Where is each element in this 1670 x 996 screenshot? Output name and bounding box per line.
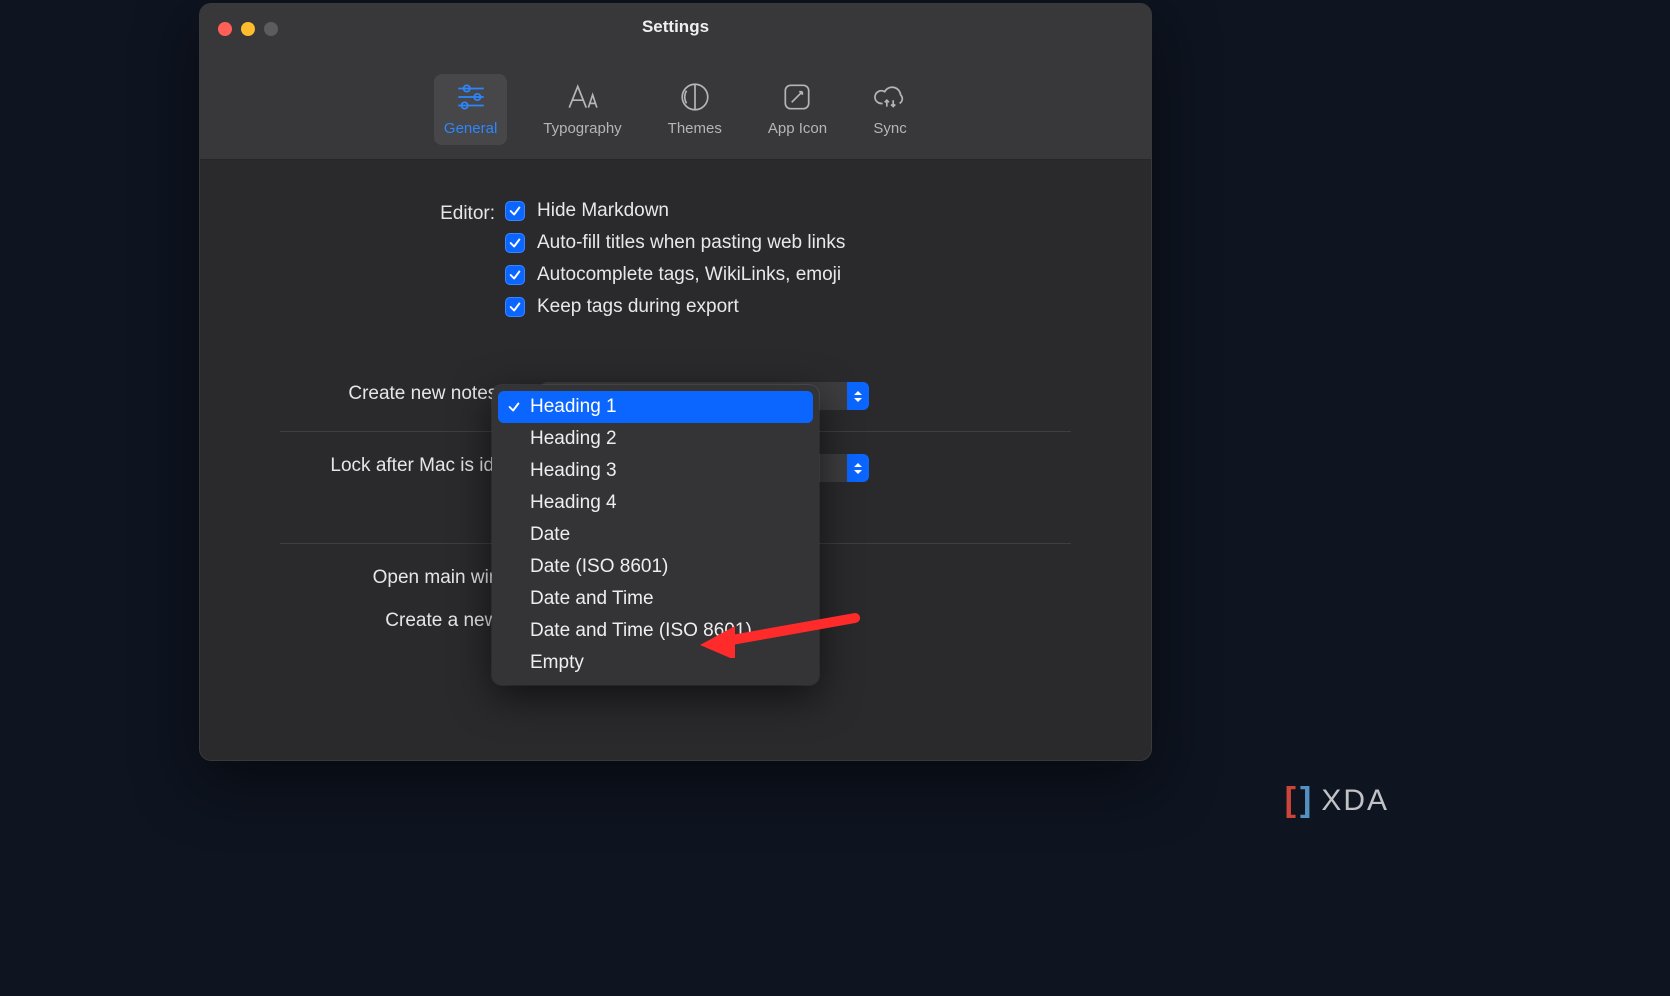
tab-label: Sync [873,120,906,137]
settings-window: Settings General Typography Themes [199,3,1152,761]
dropdown-option[interactable]: Date [498,519,813,551]
dropdown-option[interactable]: Heading 2 [498,423,813,455]
checkbox-hide-markdown[interactable] [505,201,525,221]
titlebar: Settings General Typography Themes [200,4,1151,160]
dropdown-option-label: Empty [530,652,584,674]
checkmark-icon [506,400,522,414]
tab-label: Themes [668,120,722,137]
dropdown-option[interactable]: Date and Time [498,583,813,615]
tab-label: General [444,120,497,137]
dropdown-option[interactable]: Empty [498,647,813,679]
checkbox-label: Autocomplete tags, WikiLinks, emoji [537,264,841,286]
checkbox-keep-tags-export[interactable] [505,297,525,317]
dropdown-option-label: Heading 4 [530,492,617,514]
tab-typography[interactable]: Typography [533,74,631,145]
dropdown-option[interactable]: Date (ISO 8601) [498,551,813,583]
checkbox-autofill-titles[interactable] [505,233,525,253]
dropdown-option-label: Heading 1 [530,396,617,418]
checkbox-label: Auto-fill titles when pasting web links [537,232,845,254]
dropdown-option[interactable]: Heading 1 [498,391,813,423]
dropdown-option[interactable]: Heading 4 [498,487,813,519]
bracket-right-icon: ] [1300,781,1313,820]
tab-label: App Icon [768,120,827,137]
checkbox-label: Keep tags during export [537,296,739,318]
cloud-sync-icon [873,80,907,114]
settings-content: Editor: Hide Markdown Auto-fill titles w… [200,160,1151,760]
window-title: Settings [200,17,1151,37]
tab-sync[interactable]: Sync [863,74,917,145]
tab-app-icon[interactable]: App Icon [758,74,837,145]
dropdown-option-label: Date (ISO 8601) [530,556,668,578]
checkbox-label: Hide Markdown [537,200,669,222]
tab-label: Typography [543,120,621,137]
logo-text: XDA [1321,784,1389,818]
checkbox-autocomplete-tags[interactable] [505,265,525,285]
dropdown-option[interactable]: Date and Time (ISO 8601) [498,615,813,647]
chevron-updown-icon [847,454,869,482]
dropdown-option-label: Date and Time (ISO 8601) [530,620,752,642]
app-icon-icon [780,80,814,114]
dropdown-option-label: Heading 2 [530,428,617,450]
editor-section-label: Editor: [240,200,505,225]
bracket-left-icon: [ [1285,781,1298,820]
create-new-notes-dropdown: Heading 1 Heading 2 Heading 3 Heading 4 Date… [492,385,819,685]
palette-icon [678,80,712,114]
tab-general[interactable]: General [434,74,507,145]
xda-logo: [] XDA [1285,781,1389,820]
settings-toolbar: General Typography Themes App Icon [200,74,1151,145]
chevron-updown-icon [847,382,869,410]
typography-icon [565,80,599,114]
dropdown-option-label: Date [530,524,570,546]
dropdown-option-label: Date and Time [530,588,654,610]
dropdown-option-label: Heading 3 [530,460,617,482]
sliders-icon [454,80,488,114]
tab-themes[interactable]: Themes [658,74,732,145]
dropdown-option[interactable]: Heading 3 [498,455,813,487]
